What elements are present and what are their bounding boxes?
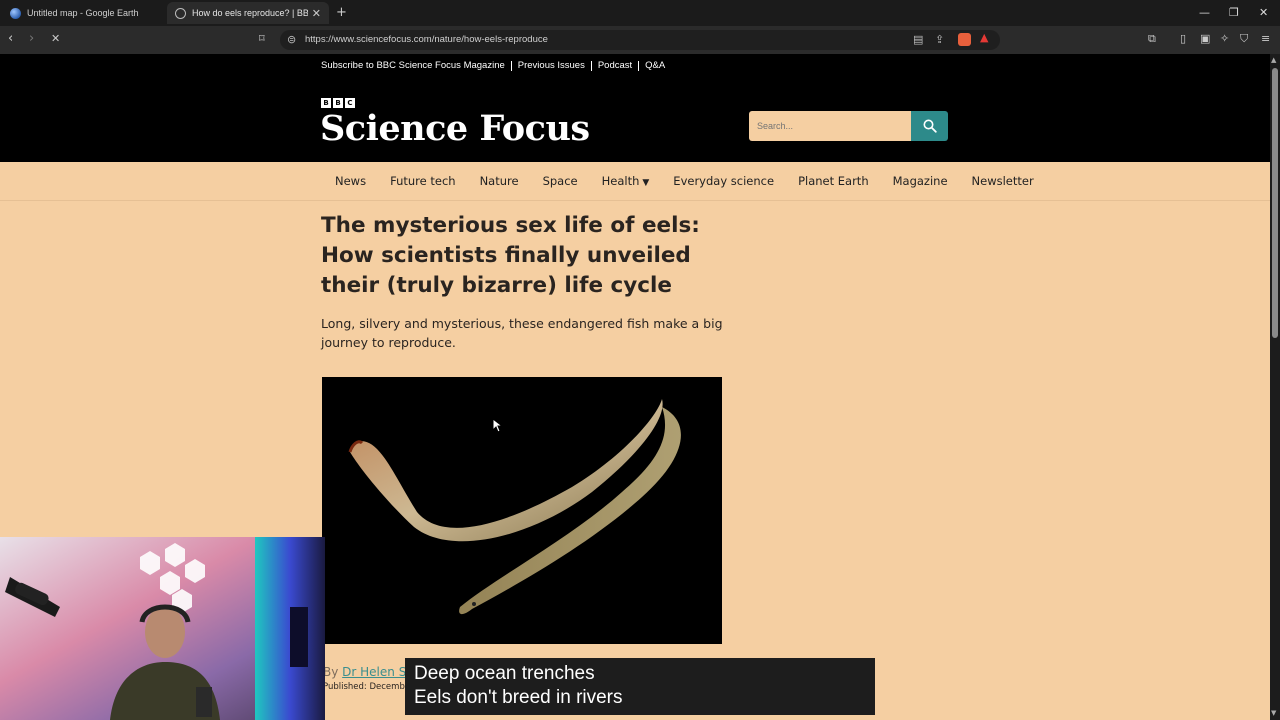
sidebar-icon[interactable]: ▯ <box>1180 32 1186 46</box>
scroll-thumb[interactable] <box>1272 68 1278 338</box>
brave-rewards-icon[interactable]: ▲ <box>980 31 993 44</box>
search-button[interactable] <box>911 111 948 141</box>
article-headline: The mysterious sex life of eels: How sci… <box>321 213 700 298</box>
eel-illustration <box>348 399 681 615</box>
scroll-up-icon[interactable]: ▲ <box>1271 56 1276 64</box>
site-logo[interactable]: Science Focus <box>320 108 590 149</box>
new-tab-icon[interactable]: + <box>336 5 347 20</box>
nav-space[interactable]: Space <box>543 174 578 188</box>
webcam-feed-image <box>0 537 325 720</box>
subscribe-link[interactable]: Subscribe to BBC Science Focus Magazine <box>321 61 511 71</box>
leo-ai-icon[interactable]: ✧ <box>1220 32 1229 46</box>
nav-health-label: Health <box>601 174 640 188</box>
search-icon <box>923 119 937 133</box>
nav-news[interactable]: News <box>335 174 366 188</box>
url-text: https://www.sciencefocus.com/nature/how-… <box>305 34 548 45</box>
bookmark-icon[interactable]: ⌑ <box>259 32 265 46</box>
webcam-overlay <box>0 537 325 720</box>
google-earth-favicon-icon <box>10 7 21 19</box>
forward-icon[interactable]: › <box>29 32 34 46</box>
tab-science-focus[interactable]: How do eels reproduce? | BBC Sc ✕ <box>167 2 329 24</box>
wallet-icon[interactable]: ▣ <box>1200 32 1210 46</box>
brave-shields-icon[interactable] <box>958 33 971 46</box>
bbc-block: B <box>333 98 343 108</box>
browser-tab-bar: Untitled map - Google Earth How do eels … <box>0 0 1280 26</box>
share-icon[interactable]: ⇪ <box>935 33 944 46</box>
back-icon[interactable]: ‹ <box>8 32 13 46</box>
qa-link[interactable]: Q&A <box>638 61 671 71</box>
nav-everyday-science[interactable]: Everyday science <box>673 174 774 188</box>
address-bar[interactable]: ⊜ https://www.sciencefocus.com/nature/ho… <box>280 30 1000 50</box>
nav-newsletter[interactable]: Newsletter <box>972 174 1034 188</box>
extensions-icon[interactable]: ⧉ <box>1148 32 1156 46</box>
tab-label: Untitled map - Google Earth <box>27 8 139 18</box>
scroll-down-icon[interactable]: ▼ <box>1271 709 1276 717</box>
tab-google-earth[interactable]: Untitled map - Google Earth <box>2 2 162 24</box>
subtitle-caption: Deep ocean trenches Eels don't breed in … <box>405 658 875 715</box>
nav-planet-earth[interactable]: Planet Earth <box>798 174 869 188</box>
bbc-block: C <box>345 98 355 108</box>
hero-image-eels <box>322 377 722 644</box>
nav-health[interactable]: Health ▼ <box>602 174 650 188</box>
menu-icon[interactable]: ≡ <box>1261 32 1270 46</box>
main-nav: News Future tech Nature Space Health ▼ Ev… <box>0 162 1270 201</box>
mouse-cursor-icon <box>492 418 502 433</box>
minimize-icon[interactable]: — <box>1199 6 1210 19</box>
previous-issues-link[interactable]: Previous Issues <box>510 61 591 71</box>
site-header: Subscribe to BBC Science Focus Magazine … <box>0 54 1270 162</box>
reader-mode-icon[interactable]: ▤ <box>913 33 923 46</box>
bbc-logo-blocks: B B C <box>321 98 355 108</box>
close-tab-icon[interactable]: ✕ <box>312 7 321 20</box>
caption-line-1: Deep ocean trenches <box>414 663 595 684</box>
search-field[interactable] <box>749 111 912 141</box>
site-info-icon[interactable]: ⊜ <box>287 33 296 46</box>
byline: By Dr Helen Sc <box>323 665 413 679</box>
stop-loading-icon[interactable]: ✕ <box>51 32 60 46</box>
close-window-icon[interactable]: ✕ <box>1259 6 1268 19</box>
bbc-block: B <box>321 98 331 108</box>
page-scrollbar[interactable]: ▲ ▼ <box>1270 54 1280 720</box>
restore-icon[interactable]: ❐ <box>1229 6 1239 19</box>
tab-label: How do eels reproduce? | BBC Sc <box>192 8 308 18</box>
caption-line-2: Eels don't breed in rivers <box>414 687 623 708</box>
published-date: Published: December <box>323 682 414 692</box>
search-input[interactable] <box>749 111 912 141</box>
byline-prefix: By <box>323 665 343 679</box>
loading-favicon-icon <box>175 7 186 19</box>
article-standfirst: Long, silvery and mysterious, these enda… <box>321 316 723 350</box>
nav-nature[interactable]: Nature <box>480 174 519 188</box>
browser-toolbar: ‹ › ✕ ⌑ ⊜ https://www.sciencefocus.com/n… <box>0 26 1280 54</box>
vpn-icon[interactable]: ⛉ <box>1240 32 1248 46</box>
caret-down-icon: ▼ <box>642 178 650 188</box>
podcast-link[interactable]: Podcast <box>590 61 638 71</box>
nav-magazine[interactable]: Magazine <box>893 174 948 188</box>
top-links: Subscribe to BBC Science Focus Magazine … <box>321 61 671 71</box>
author-link[interactable]: Dr Helen Sc <box>342 665 413 679</box>
nav-future-tech[interactable]: Future tech <box>390 174 455 188</box>
